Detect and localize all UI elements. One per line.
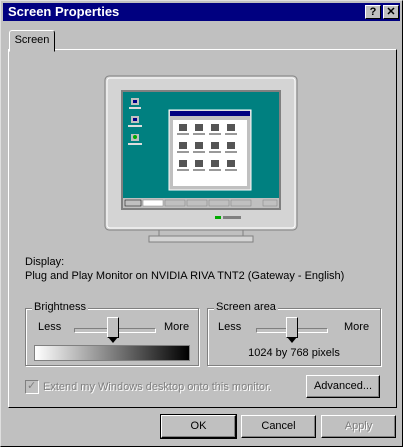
apply-button[interactable]: Apply [321, 415, 396, 438]
screen-area-more-label: More [344, 321, 370, 333]
extend-desktop-label: Extend my Windows desktop onto this moni… [43, 381, 272, 393]
checkmark-icon: ✓ [27, 380, 37, 392]
brightness-gradient-bar [34, 345, 190, 361]
brightness-less-label: Less [38, 321, 62, 333]
cancel-button[interactable]: Cancel [241, 415, 316, 438]
screen-area-group: Screen area Less More 1024 by 768 pixels [207, 301, 381, 366]
window-title: Screen Properties [8, 4, 120, 19]
monitor-name: Plug and Play Monitor on NVIDIA RIVA TNT… [25, 270, 345, 282]
screen-tab-panel: Display: Plug and Play Monitor on NVIDIA… [8, 49, 397, 408]
display-label: Display: [25, 256, 65, 268]
brightness-title: Brightness [32, 301, 88, 313]
close-button[interactable]: ✕ [383, 5, 399, 19]
screen-area-less-label: Less [218, 321, 242, 333]
extend-desktop-checkbox[interactable]: ✓ [25, 380, 39, 394]
brightness-group: Brightness Less More [25, 301, 199, 366]
screen-area-slider-thumb[interactable] [286, 317, 298, 343]
help-button[interactable]: ? [365, 5, 381, 19]
tab-screen[interactable]: Screen [9, 30, 55, 52]
brightness-more-label: More [164, 321, 190, 333]
screen-area-title: Screen area [214, 301, 278, 313]
monitor-illustration [104, 75, 298, 243]
brightness-slider-thumb[interactable] [107, 317, 119, 343]
ok-button[interactable]: OK [160, 414, 237, 439]
advanced-button[interactable]: Advanced... [306, 375, 380, 398]
resolution-text: 1024 by 768 pixels [248, 347, 340, 359]
title-bar: Screen Properties ? ✕ [3, 3, 400, 21]
screen-properties-window: Screen Properties ? ✕ Screen Display: Pl… [0, 0, 403, 447]
